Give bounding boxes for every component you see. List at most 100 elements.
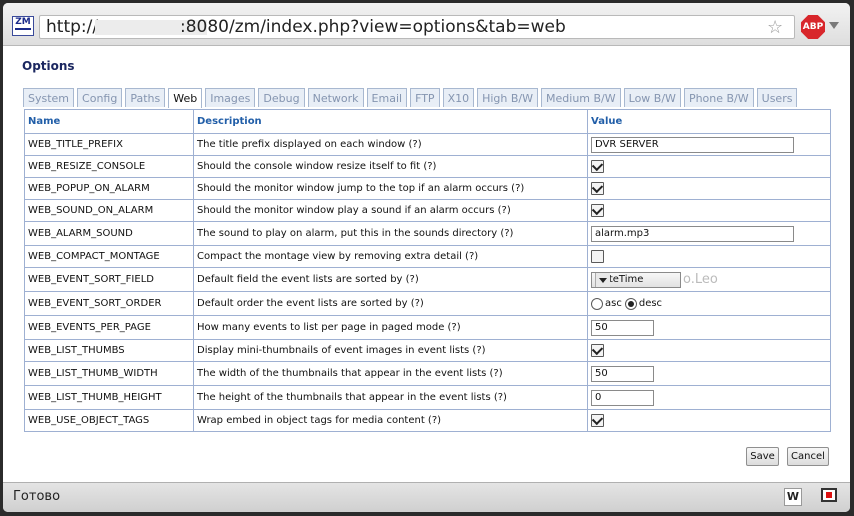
table-row: WEB_LIST_THUMB_WIDTH The width of the th… [24, 361, 831, 386]
tab-network[interactable]: Network [307, 88, 364, 107]
table-row: WEB_COMPACT_MONTAGE Compact the montage … [24, 245, 831, 268]
header-name: Name [24, 109, 194, 134]
table-row: WEB_RESIZE_CONSOLE Should the console wi… [24, 155, 831, 178]
tab-config[interactable]: Config [77, 88, 123, 107]
header-value: Value [587, 109, 831, 134]
url-path: :8080/zm/index.php?view=options&tab=web [180, 17, 566, 37]
option-name: WEB_POPUP_ON_ALARM [24, 177, 194, 200]
url-prefix: http:// [46, 17, 99, 37]
title-prefix-input[interactable] [591, 136, 794, 153]
cancel-button[interactable]: Cancel [787, 447, 829, 466]
thumb-width-input[interactable] [591, 365, 654, 382]
sort-desc-radio[interactable] [624, 297, 637, 310]
table-row: WEB_TITLE_PREFIX The title prefix displa… [24, 133, 831, 156]
table-row: WEB_SOUND_ON_ALARM Should the monitor wi… [24, 199, 831, 222]
address-field[interactable]: http:// :8080/zm/index.php?view=options&… [39, 15, 795, 39]
w-icon[interactable]: W [784, 488, 802, 506]
tab-web[interactable]: Web [168, 88, 203, 108]
option-name: WEB_EVENTS_PER_PAGE [24, 315, 194, 340]
tab-email[interactable]: Email [366, 88, 408, 107]
option-description: Default order the event lists are sorted… [193, 291, 588, 316]
option-description: Wrap embed in object tags for media cont… [193, 409, 588, 432]
table-row: WEB_POPUP_ON_ALARM Should the monitor wi… [24, 177, 831, 200]
option-description: The width of the thumbnails that appear … [193, 361, 588, 386]
option-value [587, 361, 831, 386]
browser-window: ZM http:// :8080/zm/index.php?view=optio… [3, 3, 850, 512]
tab-phone-bw[interactable]: Phone B/W [683, 88, 754, 107]
table-row: WEB_LIST_THUMB_HEIGHT The height of the … [24, 385, 831, 410]
option-name: WEB_TITLE_PREFIX [24, 133, 194, 156]
option-description: The height of the thumbnails that appear… [193, 385, 588, 410]
thumb-height-input[interactable] [591, 389, 654, 406]
object-tags-checkbox[interactable] [591, 414, 604, 427]
save-button[interactable]: Save [746, 447, 779, 466]
option-description: Compact the montage view by removing ext… [193, 245, 588, 268]
option-value [587, 133, 831, 156]
star-icon[interactable]: ☆ [767, 17, 783, 38]
option-name: WEB_LIST_THUMB_HEIGHT [24, 385, 194, 410]
table-row: WEB_ALARM_SOUND The sound to play on ala… [24, 221, 831, 246]
option-value [587, 315, 831, 340]
header-description: Description [193, 109, 588, 134]
option-value: asc desc [587, 291, 831, 316]
tab-low-bw[interactable]: Low B/W [623, 88, 681, 107]
compact-montage-checkbox[interactable] [591, 250, 604, 263]
sound-on-alarm-checkbox[interactable] [591, 204, 604, 217]
option-value [587, 155, 831, 178]
list-thumbs-checkbox[interactable] [591, 344, 604, 357]
option-description: Default field the event lists are sorted… [193, 267, 588, 292]
tab-images[interactable]: Images [205, 88, 256, 107]
table-row: WEB_EVENT_SORT_ORDER Default order the e… [24, 291, 831, 316]
sort-field-select[interactable]: DateTime [591, 271, 681, 288]
abp-icon[interactable]: ABP [801, 15, 825, 39]
alarm-sound-input[interactable] [591, 225, 794, 242]
chevron-down-icon[interactable] [829, 22, 839, 29]
option-value: DateTime o.Leo [587, 267, 831, 292]
option-name: WEB_EVENT_SORT_FIELD [24, 267, 194, 292]
option-value [587, 339, 831, 362]
table-row: WEB_EVENT_SORT_FIELD Default field the e… [24, 267, 831, 292]
options-table: Name Description Value WEB_TITLE_PREFIX … [24, 109, 831, 432]
option-description: Display mini-thumbnails of event images … [193, 339, 588, 362]
table-header-row: Name Description Value [24, 109, 831, 134]
option-name: WEB_LIST_THUMBS [24, 339, 194, 362]
sort-asc-label: asc [605, 298, 622, 309]
popup-on-alarm-checkbox[interactable] [591, 182, 604, 195]
table-row: WEB_EVENTS_PER_PAGE How many events to l… [24, 315, 831, 340]
sort-desc-label: desc [638, 298, 663, 309]
option-name: WEB_COMPACT_MONTAGE [24, 245, 194, 268]
option-value [587, 245, 831, 268]
option-description: Should the console window resize itself … [193, 155, 588, 178]
option-description: Should the monitor window jump to the to… [193, 177, 588, 200]
option-value [587, 409, 831, 432]
resize-console-checkbox[interactable] [591, 160, 604, 173]
tab-high-bw[interactable]: High B/W [477, 88, 539, 107]
tab-medium-bw[interactable]: Medium B/W [541, 88, 621, 107]
table-row: WEB_USE_OBJECT_TAGS Wrap embed in object… [24, 409, 831, 432]
tv-icon[interactable] [821, 488, 837, 502]
option-description: The title prefix displayed on each windo… [193, 133, 588, 156]
option-value [587, 385, 831, 410]
tab-x10[interactable]: X10 [442, 88, 475, 107]
option-name: WEB_SOUND_ON_ALARM [24, 199, 194, 222]
option-name: WEB_USE_OBJECT_TAGS [24, 409, 194, 432]
events-per-page-input[interactable] [591, 319, 654, 336]
url-bar: ZM http:// :8080/zm/index.php?view=optio… [3, 3, 850, 46]
option-name: WEB_ALARM_SOUND [24, 221, 194, 246]
option-value [587, 177, 831, 200]
option-description: How many events to list per page in page… [193, 315, 588, 340]
page-title: Options [22, 59, 75, 73]
tab-system[interactable]: System [23, 88, 75, 107]
tab-debug[interactable]: Debug [258, 88, 305, 107]
tab-users[interactable]: Users [756, 88, 798, 107]
chevron-down-icon [595, 272, 610, 287]
tab-paths[interactable]: Paths [125, 88, 166, 107]
option-value [587, 199, 831, 222]
option-name: WEB_RESIZE_CONSOLE [24, 155, 194, 178]
table-row: WEB_LIST_THUMBS Display mini-thumbnails … [24, 339, 831, 362]
option-name: WEB_LIST_THUMB_WIDTH [24, 361, 194, 386]
tab-ftp[interactable]: FTP [410, 88, 440, 107]
option-description: The sound to play on alarm, put this in … [193, 221, 588, 246]
option-description: Should the monitor window play a sound i… [193, 199, 588, 222]
sort-asc-radio[interactable] [591, 297, 603, 310]
